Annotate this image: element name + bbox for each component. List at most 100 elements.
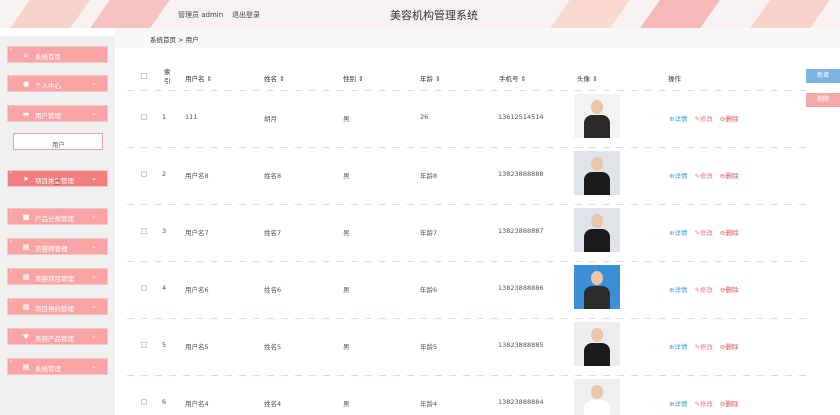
row-delete-button[interactable]: ⊖删除 [720,170,738,180]
row-checkbox[interactable] [141,114,147,120]
corner-mark-icon: ⌜ [10,270,13,276]
sidebar-item-label: 美容项目管理 [35,275,74,283]
chevron-down-icon: ⌄ [91,332,97,340]
corner-mark-icon: ⌜ [10,330,13,336]
avatar-image [574,151,620,195]
corner-mark-icon: ⌜ [10,210,13,216]
avatar-head-shape [591,328,603,342]
chevron-down-icon: ⌄ [91,212,97,220]
cell-username: 用户名8 [185,172,209,180]
person-icon: ● [22,80,30,88]
detail-button[interactable]: ⊕详情 [669,113,687,123]
sidebar-item[interactable]: ⌜ ♥ 美容产品管理 ⌄ [7,328,108,345]
breadcrumb: 系统首页 > 用户 [150,34,199,44]
edit-button[interactable]: ✎修改 [694,170,712,180]
breadcrumb-home[interactable]: 系统首页 [150,36,176,44]
sidebar-item[interactable]: ⌜ ⌂ 系统首页 [7,46,108,63]
row-delete-button[interactable]: ⊖删除 [720,284,738,294]
row-divider [127,261,807,265]
cell-age: 年龄6 [420,286,438,294]
sidebar-item[interactable]: ⌜ ▬ 用户管理 ⌄ [7,105,108,122]
avatar-body-shape [584,343,610,366]
table-header: 索引 用户名 ⇕ 姓名 ⇕ 性别 ⇕ 年龄 ⇕ 手机号 ⇕ 头像 ⇕ 操作 [127,62,807,90]
cell-name: 姓名5 [264,343,282,351]
avatar-image [574,208,620,252]
edit-button[interactable]: ✎修改 [694,341,712,351]
row-delete-button[interactable]: ⊖删除 [720,398,738,408]
cell-username: 用户名5 [185,343,209,351]
add-button[interactable]: 新增 [806,69,840,83]
send-icon: ➤ [23,175,29,183]
row-checkbox[interactable] [141,228,147,234]
corner-mark-icon: ⌜ [10,360,13,366]
header-decoration [550,0,630,28]
logout-link[interactable]: 退出登录 [232,10,260,20]
row-actions: ⊕详情 ✎修改 ⊖删除 [669,398,745,408]
row-delete-button[interactable]: ⊖删除 [720,113,738,123]
admin-user-label: 管理员 admin [178,11,224,19]
detail-button[interactable]: ⊕详情 [669,398,687,408]
cell-name: 姓名7 [264,229,282,237]
column-avatar[interactable]: 头像 ⇕ [577,73,598,83]
row-checkbox[interactable] [141,342,147,348]
avatar-body-shape [584,229,610,252]
delete-button[interactable]: 删除 [806,93,840,107]
cell-age: 年龄8 [420,172,438,180]
row-checkbox[interactable] [141,171,147,177]
row-delete-button[interactable]: ⊖删除 [720,341,738,351]
sidebar-item[interactable]: ⌜ ▦ 美容师管理 ⌄ [7,238,108,255]
column-age[interactable]: 年龄 ⇕ [420,73,441,83]
edit-button[interactable]: ✎修改 [694,113,712,123]
sidebar-item-label: 美容产品管理 [35,335,74,343]
sidebar-item[interactable]: ⌜ ● 个人中心 ⌄ [7,75,108,92]
avatar-head-shape [591,157,603,171]
cell-index: 4 [162,284,167,292]
cell-name: 姓名8 [264,172,282,180]
row-divider [127,318,807,322]
detail-button[interactable]: ⊕详情 [669,170,687,180]
cell-gender: 男 [343,343,350,351]
cell-phone: 13823888887 [498,227,544,235]
detail-button[interactable]: ⊕详情 [669,341,687,351]
submenu-item-label: 用户 [52,141,65,149]
detail-button[interactable]: ⊕详情 [669,227,687,237]
sidebar-item[interactable]: ⌜ ■ 产品分类管理 ⌄ [7,208,108,225]
avatar-body-shape [584,286,610,309]
corner-mark-icon: ⌜ [10,300,13,306]
row-actions: ⊕详情 ✎修改 ⊖删除 [669,113,745,123]
sidebar-item[interactable]: ⌜ ▦ 项目预约管理 ⌄ [7,298,108,315]
sidebar-item-label: 产品分类管理 [35,215,74,223]
corner-mark-icon: ⌜ [10,107,13,113]
system-title: 美容机构管理系统 [390,9,478,22]
edit-button[interactable]: ✎修改 [694,227,712,237]
sidebar-item-label: 美容师管理 [35,245,68,253]
detail-button[interactable]: ⊕详情 [669,284,687,294]
chevron-down-icon: ⌄ [91,79,97,87]
cell-age: 年龄4 [420,400,438,408]
column-phone[interactable]: 手机号 ⇕ [499,73,526,83]
column-gender[interactable]: 性别 ⇕ [343,73,364,83]
row-actions: ⊕详情 ✎修改 ⊖删除 [669,284,745,294]
sidebar-item[interactable]: ⌜ ▦ 美容项目管理 ⌄ [7,268,108,285]
column-name[interactable]: 姓名 ⇕ [264,73,285,83]
row-divider [127,375,807,379]
heart-icon: ♥ [22,333,30,341]
avatar-head-shape [591,385,603,399]
row-delete-button[interactable]: ⊖删除 [720,227,738,237]
column-username[interactable]: 用户名 ⇕ [185,73,212,83]
cell-username: 用户名7 [185,229,209,237]
chevron-down-icon: ⌄ [91,109,97,117]
header-decoration [90,0,170,28]
sidebar-item[interactable]: ⌜ ▦ 系统管理 ⌄ [7,358,108,375]
submenu-item-user[interactable]: 用户 [13,133,103,150]
breadcrumb-separator: > [178,36,184,44]
row-checkbox[interactable] [141,285,147,291]
edit-button[interactable]: ✎修改 [694,284,712,294]
cell-gender: 男 [343,286,350,294]
sidebar-item-label: 系统管理 [35,365,61,373]
edit-button[interactable]: ✎修改 [694,398,712,408]
row-checkbox[interactable] [141,399,147,405]
chevron-down-icon: ⌄ [91,272,97,280]
select-all-checkbox[interactable] [141,73,147,79]
cell-index: 3 [162,227,167,235]
